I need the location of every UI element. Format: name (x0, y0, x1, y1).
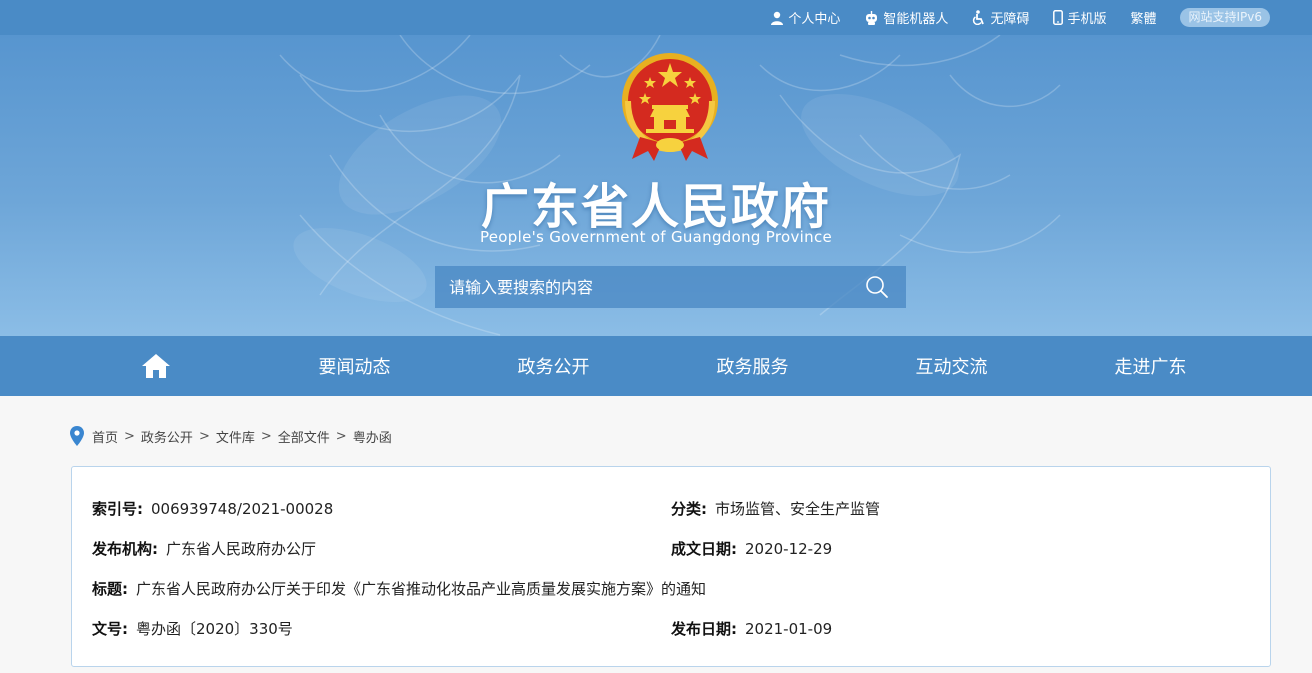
nav-about-guangdong[interactable]: 走进广东 (1051, 336, 1250, 396)
publisher-label: 发布机构: (92, 540, 158, 558)
robot-link[interactable]: 智能机器人 (864, 8, 948, 27)
written-date-value: 2020-12-29 (745, 540, 833, 558)
category-label: 分类: (671, 500, 707, 518)
index-number-value: 006939748/2021-00028 (151, 500, 334, 518)
robot-icon (866, 10, 878, 25)
mobile-icon (1053, 10, 1064, 25)
document-number-row: 文号: 粤办函〔2020〕330号 (92, 618, 293, 639)
category-row: 分类: 市场监管、安全生产监管 (671, 498, 880, 519)
breadcrumb-home[interactable]: 首页 (92, 427, 118, 446)
written-date-label: 成文日期: (671, 540, 737, 558)
traditional-chinese-label: 繁體 (1130, 12, 1157, 27)
breadcrumb-separator: > (124, 428, 135, 444)
location-pin-icon (70, 426, 84, 446)
accessibility-label: 无障碍 (990, 12, 1030, 27)
breadcrumb-separator: > (335, 428, 347, 444)
breadcrumb-government-affairs[interactable]: 政务公开 (141, 427, 193, 446)
mobile-version-link[interactable]: 手机版 (1053, 8, 1106, 27)
site-subtitle: People's Government of Guangdong Provinc… (479, 228, 833, 246)
nav-home[interactable] (56, 336, 255, 396)
breadcrumb: 首页 > 政务公开 > 文件库 > 全部文件 > 粤办函 (70, 425, 392, 447)
breadcrumb-separator: > (198, 428, 210, 444)
nav-government-affairs[interactable]: 政务公开 (454, 336, 653, 396)
ipv6-badge: 网站支持IPv6 (1180, 8, 1270, 27)
breadcrumb-all-files[interactable]: 全部文件 (278, 427, 330, 446)
category-value: 市场监管、安全生产监管 (715, 500, 881, 518)
main-nav: 要闻动态 政务公开 政务服务 互动交流 走进广东 (0, 336, 1312, 396)
nav-interaction[interactable]: 互动交流 (852, 336, 1051, 396)
written-date-row: 成文日期: 2020-12-29 (671, 538, 832, 559)
breadcrumb-current[interactable]: 粤办函 (353, 427, 392, 446)
traditional-chinese-link[interactable]: 繁體 (1130, 8, 1156, 27)
user-icon (771, 11, 784, 25)
breadcrumb-file-library[interactable]: 文件库 (216, 427, 255, 446)
mobile-version-label: 手机版 (1067, 12, 1107, 27)
search-input[interactable] (435, 266, 848, 308)
search-bar (435, 266, 906, 308)
index-number-label: 索引号: (92, 500, 143, 518)
nav-government-services[interactable]: 政务服务 (653, 336, 852, 396)
index-number-row: 索引号: 006939748/2021-00028 (92, 498, 333, 519)
top-links: 个人中心 智能机器人 无障碍 手机版 繁體 网站支持IPv6 (746, 0, 1270, 35)
title-value: 广东省人民政府办公厅关于印发《广东省推动化妆品产业高质量发展实施方案》的通知 (136, 580, 707, 598)
title-label: 标题: (92, 580, 128, 598)
accessibility-icon (973, 10, 985, 25)
personal-center-link[interactable]: 个人中心 (770, 8, 840, 27)
header-banner: 广东省人民政府 People's Government of Guangdong… (0, 35, 1312, 336)
document-number-value: 粤办函〔2020〕330号 (136, 620, 293, 638)
publish-date-value: 2021-01-09 (745, 620, 833, 638)
personal-center-label: 个人中心 (788, 12, 841, 27)
national-emblem (622, 53, 718, 161)
home-icon (141, 354, 170, 378)
publisher-value: 广东省人民政府办公厅 (166, 540, 317, 558)
document-info-box: 索引号: 006939748/2021-00028 分类: 市场监管、安全生产监管 … (71, 466, 1271, 667)
nav-news[interactable]: 要闻动态 (255, 336, 454, 396)
top-utility-bar: 个人中心 智能机器人 无障碍 手机版 繁體 网站支持IPv6 (0, 0, 1312, 35)
robot-label: 智能机器人 (883, 12, 949, 27)
accessibility-link[interactable]: 无障碍 (972, 8, 1029, 27)
site-title: 广东省人民政府 (480, 179, 831, 235)
document-number-label: 文号: (92, 620, 128, 638)
search-icon (866, 276, 888, 298)
publisher-row: 发布机构: 广东省人民政府办公厅 (92, 538, 316, 559)
title-row: 标题: 广东省人民政府办公厅关于印发《广东省推动化妆品产业高质量发展实施方案》的通… (92, 578, 706, 599)
publish-date-row: 发布日期: 2021-01-09 (671, 618, 832, 639)
breadcrumb-separator: > (260, 428, 272, 444)
publish-date-label: 发布日期: (671, 620, 737, 638)
search-button[interactable] (848, 266, 906, 308)
